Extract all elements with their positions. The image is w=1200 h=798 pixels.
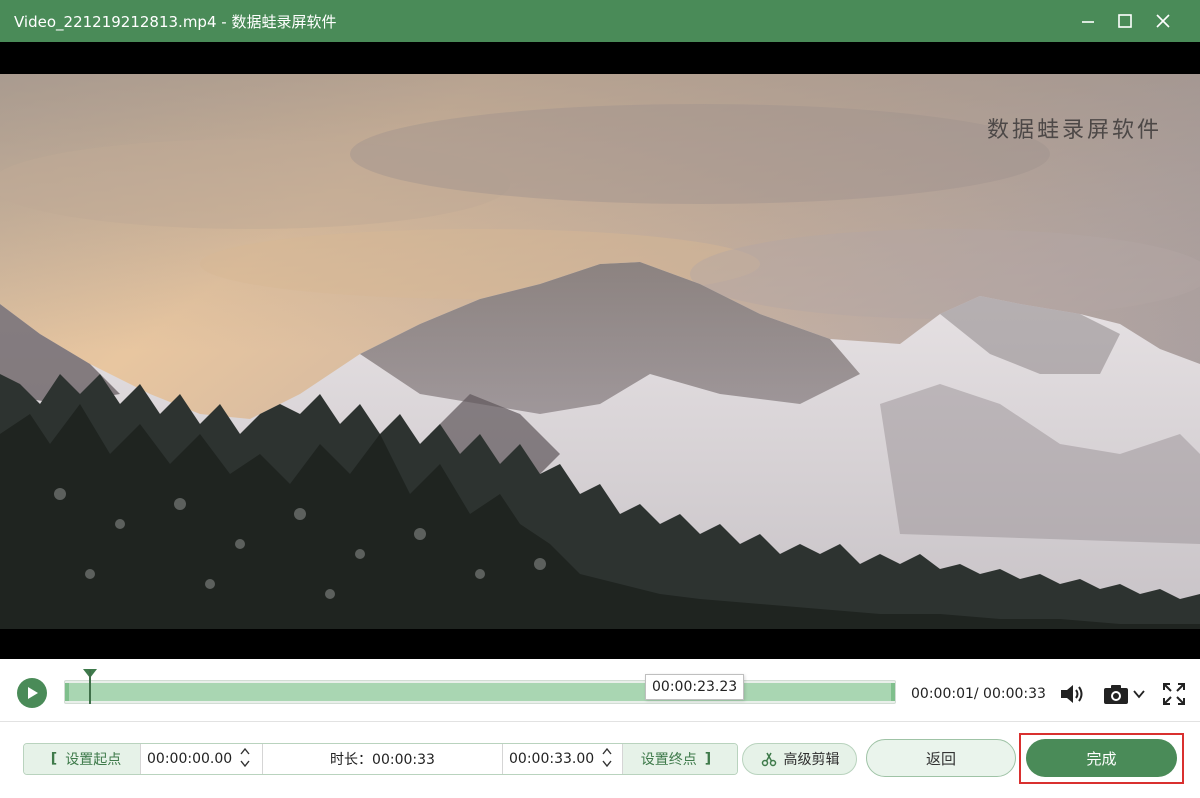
timeline-selected-range[interactable] (65, 683, 895, 701)
close-button[interactable] (1145, 6, 1181, 36)
fullscreen-icon (1163, 683, 1185, 705)
volume-button[interactable] (1058, 681, 1088, 707)
start-time-input[interactable] (141, 751, 239, 767)
close-icon (1156, 14, 1170, 28)
title-bar: Video_221219212813.mp4 - 数据蛙录屏软件 (0, 0, 1200, 42)
play-button[interactable] (17, 678, 47, 708)
trim-controls: [ 设置起点 时长：00:00:33 (23, 743, 738, 775)
playback-bar: 00:00:23.23 00:00:01/ 00:00:33 (0, 659, 1200, 722)
camera-icon (1104, 685, 1128, 704)
bracket-close: ] (704, 751, 712, 767)
set-end-label: 设置终点 (640, 752, 697, 768)
duration-display: 时长：00:00:33 (262, 744, 502, 774)
fullscreen-button[interactable] (1160, 681, 1188, 707)
minimize-icon (1082, 21, 1094, 23)
play-icon (28, 687, 38, 699)
scissors-icon (761, 752, 776, 767)
set-start-button[interactable]: [ 设置起点 (24, 744, 140, 774)
playhead[interactable] (89, 670, 91, 704)
video-watermark: 数据蛙录屏软件 (986, 118, 1162, 143)
start-time-field-wrap (140, 744, 262, 774)
chevron-down-icon (602, 760, 612, 768)
maximize-button[interactable] (1107, 6, 1143, 36)
screenshot-button[interactable] (1099, 681, 1149, 707)
video-frame: 数据蛙录屏软件 (0, 74, 1200, 629)
volume-icon (1061, 685, 1083, 703)
set-end-button[interactable]: 设置终点 ] (622, 744, 737, 774)
advanced-edit-label: 高级剪辑 (783, 752, 840, 768)
timeline-track[interactable] (64, 669, 896, 704)
timeline-hover-tooltip: 00:00:23.23 (645, 674, 745, 700)
start-time-increment[interactable] (239, 746, 251, 759)
chevron-down-icon[interactable] (1132, 687, 1146, 701)
bracket-open: [ (50, 751, 58, 767)
chevron-up-icon (240, 747, 250, 755)
video-preview[interactable]: 数据蛙录屏软件 (0, 42, 1200, 659)
mountain-scene-image (0, 74, 1200, 629)
start-time-stepper[interactable] (239, 746, 251, 772)
trim-toolbar: [ 设置起点 时长：00:00:33 (0, 723, 1200, 798)
start-time-decrement[interactable] (239, 759, 251, 772)
window-title: Video_221219212813.mp4 - 数据蛙录屏软件 (14, 13, 337, 31)
maximize-icon (1118, 14, 1132, 28)
done-button[interactable]: 完成 (1026, 739, 1177, 777)
end-time-stepper[interactable] (601, 746, 613, 772)
end-time-field-wrap (502, 744, 622, 774)
time-readout: 00:00:01/ 00:00:33 (911, 686, 1046, 702)
end-time-decrement[interactable] (601, 759, 613, 772)
end-time-increment[interactable] (601, 746, 613, 759)
back-button[interactable]: 返回 (866, 739, 1016, 777)
chevron-down-icon (240, 760, 250, 768)
chevron-up-icon (602, 747, 612, 755)
end-time-input[interactable] (503, 751, 601, 767)
set-start-label: 设置起点 (65, 752, 122, 768)
minimize-button[interactable] (1070, 6, 1106, 36)
advanced-edit-button[interactable]: 高级剪辑 (742, 743, 857, 775)
